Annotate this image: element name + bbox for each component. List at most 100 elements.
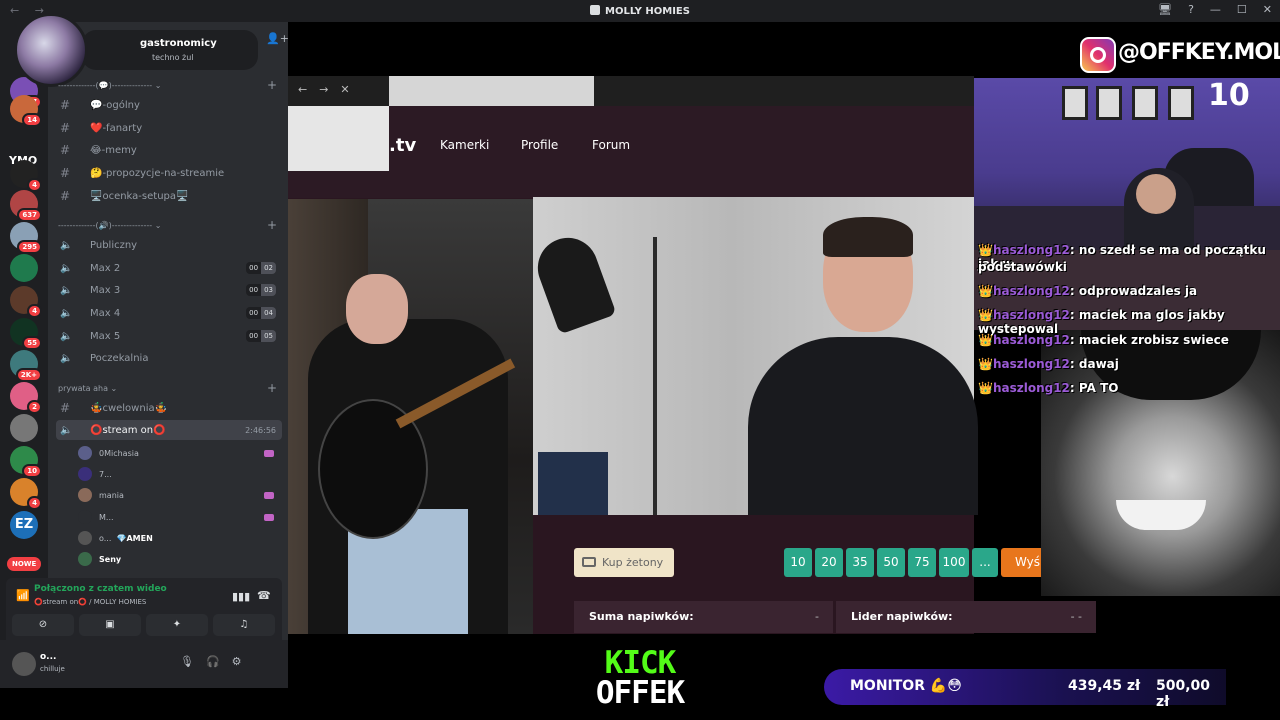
voice-user-name: 0Michasia <box>99 448 139 458</box>
channel-label: 💬-ogólny <box>90 99 140 111</box>
live-icon <box>264 513 274 521</box>
chat-text: odprowadzales ja <box>1078 284 1198 298</box>
tip-button[interactable]: 50 <box>877 548 905 577</box>
camera-off-button[interactable]: ⊘ <box>12 614 74 636</box>
server-icon[interactable]: 2 <box>10 382 42 414</box>
voice-user[interactable]: mania <box>78 485 278 505</box>
donation-goal-label: MONITOR 💪😳 <box>850 678 962 694</box>
voice-channel-max5[interactable]: 🔈 Max 5 00 05 <box>56 326 282 346</box>
server-subtitle: techno żul <box>152 53 194 62</box>
server-icon[interactable] <box>10 254 38 282</box>
browser-nav-buttons[interactable]: ←→✕ <box>298 83 362 96</box>
streamer-webcam: 10 <box>974 78 1280 250</box>
voice-channel-max3[interactable]: 🔈 Max 3 00 03 <box>56 280 282 300</box>
nav-kamerki[interactable]: Kamerki <box>440 138 489 152</box>
tip-button[interactable]: 20 <box>815 548 843 577</box>
server-icon[interactable]: 4 <box>10 286 42 318</box>
tip-button[interactable]: 35 <box>846 548 874 577</box>
add-channel-icon[interactable]: + <box>267 78 277 92</box>
user-count: 00 <box>246 307 262 319</box>
minimize-button[interactable]: — <box>1210 3 1221 16</box>
server-icon[interactable]: 295 <box>10 222 42 254</box>
user-count: 00 <box>246 284 262 296</box>
voice-channel-max4[interactable]: 🔈 Max 4 00 04 <box>56 303 282 323</box>
channel-fanarty[interactable]: # ❤️-fanarty <box>56 118 282 138</box>
voice-user-status: 💎AMEN <box>116 533 153 543</box>
server-icon[interactable] <box>10 414 38 442</box>
category-voice[interactable]: -------------(🔊)-------------- ⌄ <box>58 221 161 230</box>
gear-icon[interactable]: ⚙ <box>232 655 242 668</box>
server-icon[interactable]: 2K+ <box>10 350 42 382</box>
buy-tokens-button[interactable]: Kup żetony <box>574 548 674 577</box>
help-icon[interactable]: ? <box>1188 3 1194 16</box>
noise-suppression-icon[interactable]: ▮▮▮ <box>232 590 250 603</box>
add-channel-icon[interactable]: + <box>267 218 277 232</box>
server-icon[interactable]: 10 <box>10 446 42 478</box>
send-tip-button[interactable]: Wyśl <box>1001 548 1041 577</box>
maximize-button[interactable]: ☐ <box>1237 3 1247 16</box>
voice-user[interactable]: 7... <box>78 464 278 484</box>
channel-propozycje[interactable]: # 🤔-propozycje-na-streamie <box>56 163 282 183</box>
tip-button[interactable]: 10 <box>784 548 812 577</box>
site-logo-censored <box>288 106 389 171</box>
tip-more-button[interactable]: ... <box>972 548 998 577</box>
disconnect-icon[interactable]: ☎ <box>257 589 271 602</box>
voice-user-name: o... <box>99 533 112 543</box>
server-icon[interactable]: 637 <box>10 190 42 222</box>
kick-logo-bottom: OFFEK <box>595 675 685 711</box>
microphone-icon[interactable]: 🎙 <box>180 655 194 668</box>
channel-ocenka-setupa[interactable]: # 🖥️ocenka-setupa🖥️ <box>56 186 282 206</box>
signal-icon[interactable]: 📶 <box>16 589 30 602</box>
site-logo[interactable]: .tv <box>389 135 416 156</box>
channel-label: 😂-memy <box>90 144 137 156</box>
activities-button[interactable]: ✦ <box>146 614 208 636</box>
address-bar[interactable] <box>389 76 594 106</box>
server-icon[interactable]: 4 <box>10 160 42 192</box>
ticket-icon <box>582 557 596 567</box>
add-user-icon[interactable]: 👤+ <box>266 32 289 45</box>
voice-channel-poczekalnia[interactable]: 🔈 Poczekalnia <box>56 348 282 368</box>
category-private[interactable]: prywata aha ⌄ <box>58 384 117 393</box>
server-icon[interactable]: 55 <box>10 318 42 350</box>
server-ez[interactable]: EZ <box>10 511 38 539</box>
channel-ogolny[interactable]: # 💬-ogólny <box>56 95 282 115</box>
voice-status-subtitle[interactable]: ⭕stream on⭕ / MOLLY HOMIES <box>34 598 146 606</box>
camera-feed-guitarist <box>288 199 533 634</box>
category-text[interactable]: -------------(💬)-------------- ⌄ <box>58 81 161 90</box>
voice-user[interactable]: M... <box>78 507 278 527</box>
server-icon[interactable]: 14 <box>10 95 42 127</box>
avatar[interactable] <box>14 13 88 87</box>
server-icon[interactable]: 4 <box>10 478 42 510</box>
kick-logo: KICK OFFEK <box>578 648 702 711</box>
voice-channel-publiczny[interactable]: 🔈 Publiczny <box>56 235 282 255</box>
voice-user[interactable]: o... 💎AMEN <box>78 528 278 548</box>
voice-channel-max2[interactable]: 🔈 Max 2 00 02 <box>56 258 282 278</box>
buy-tokens-label: Kup żetony <box>602 556 664 569</box>
user-limit-value: 02 <box>261 262 276 274</box>
avatar[interactable] <box>12 652 36 676</box>
app-icon <box>590 5 601 15</box>
add-channel-icon[interactable]: + <box>267 381 277 395</box>
hash-icon: # <box>60 143 71 157</box>
server-badge: 2K+ <box>15 368 42 382</box>
chat-text: dawaj <box>1078 357 1119 371</box>
webcam-number: 10 <box>1208 78 1250 113</box>
voice-channel-stream-on[interactable]: 🔈 ⭕stream on⭕ 2:46:56 <box>56 420 282 440</box>
new-servers-badge[interactable]: NOWE <box>7 557 42 571</box>
inbox-icon[interactable]: 🖥 <box>1158 3 1172 16</box>
tip-button[interactable]: 75 <box>908 548 936 577</box>
tip-button[interactable]: 100 <box>939 548 969 577</box>
chat-message: 👑haszlong12: PA TO <box>978 381 1119 395</box>
nav-profile[interactable]: Profile <box>521 138 558 152</box>
voice-user[interactable]: 0Michasia <box>78 443 278 463</box>
close-button[interactable]: ✕ <box>1263 3 1272 16</box>
voice-user[interactable]: Seny <box>78 549 278 569</box>
soundboard-button[interactable]: ♫ <box>213 614 275 636</box>
screen-share-button[interactable]: ▣ <box>79 614 141 636</box>
speaker-icon: 🔈 <box>60 284 73 296</box>
channel-cwelownia[interactable]: # 🤹cwelownia🤹 <box>56 398 282 418</box>
nav-forum[interactable]: Forum <box>592 138 630 152</box>
channel-memy[interactable]: # 😂-memy <box>56 140 282 160</box>
server-header[interactable]: gastronomicy techno żul <box>82 30 258 70</box>
headphones-icon[interactable]: 🎧 <box>206 655 220 668</box>
